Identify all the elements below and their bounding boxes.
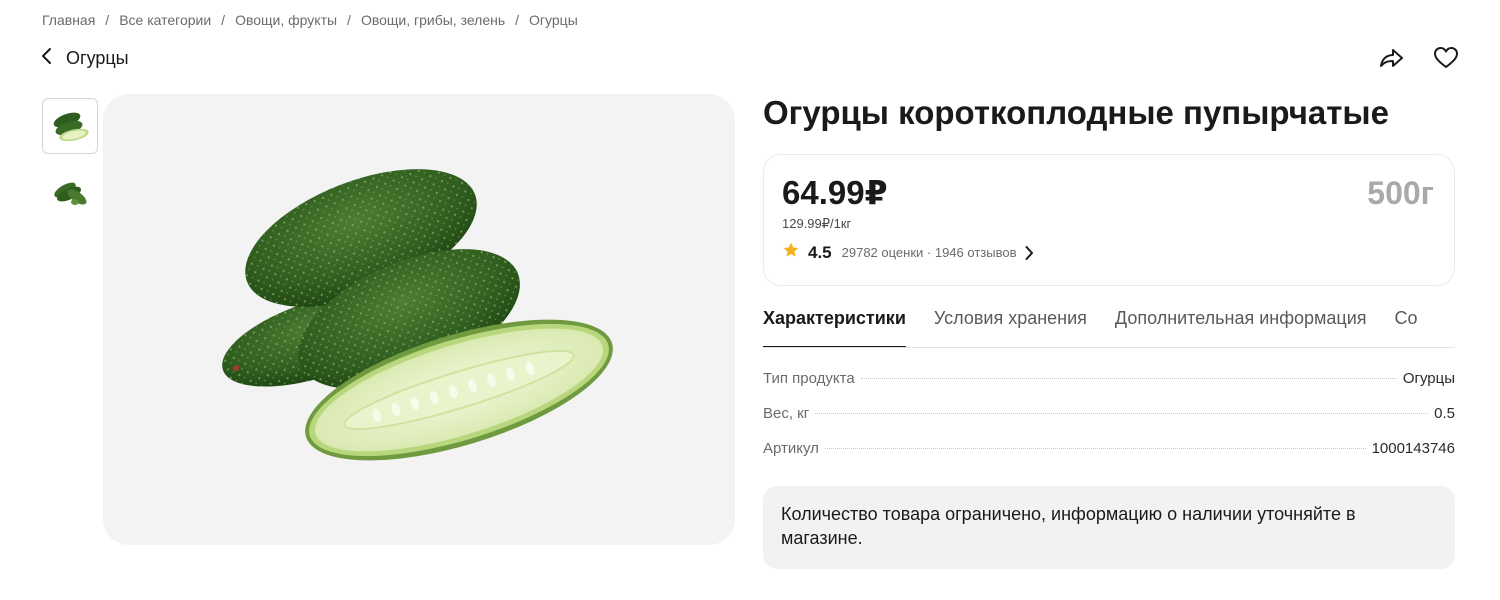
cucumber-thumbnail-image (53, 112, 89, 142)
unit-price: 129.99₽/1кг (782, 216, 852, 231)
thumbnail-2[interactable] (42, 164, 98, 220)
spec-value: 0.5 (1434, 405, 1455, 422)
share-button[interactable] (1378, 46, 1406, 74)
product-price: 64.99₽ (782, 174, 888, 211)
spec-value: Огурцы (1402, 370, 1455, 387)
tab-additional-info[interactable]: Дополнительная информация (1115, 304, 1367, 347)
spec-row: Артикул 1000143746 (763, 440, 1455, 475)
tab-composition[interactable]: Со (1395, 304, 1418, 347)
chevron-right-icon (1024, 245, 1034, 261)
image-thumbnails (42, 98, 98, 220)
star-icon (782, 241, 800, 264)
page-header: Огурцы (40, 46, 129, 71)
spec-name: Вес, кг (763, 405, 810, 422)
spec-name: Артикул (763, 440, 819, 457)
spec-leader-dots (824, 448, 1366, 449)
back-button[interactable]: Огурцы (40, 46, 129, 71)
cucumbers-image (222, 169, 613, 461)
price-card: 64.99₽ 129.99₽/1кг 500г 4.5 29782 оценки… (763, 154, 1455, 286)
spec-row: Вес, кг 0.5 (763, 405, 1455, 440)
header-actions (1378, 46, 1460, 74)
availability-notice: Количество товара ограничено, информацию… (763, 486, 1455, 569)
thumbnail-1[interactable] (42, 98, 98, 154)
rating-value: 4.5 (808, 242, 832, 262)
product-weight: 500г (1367, 175, 1434, 211)
product-title: Огурцы короткоплодные пупырчатые (763, 94, 1389, 131)
breadcrumb-separator: / (515, 12, 520, 28)
breadcrumb-separator: / (347, 12, 351, 28)
breadcrumb-item-vegetables-mushrooms[interactable]: Овощи, грибы, зелень (361, 12, 505, 28)
breadcrumb-item-home[interactable]: Главная (42, 12, 95, 28)
breadcrumb-item-vegetables-fruits[interactable]: Овощи, фрукты (235, 12, 337, 28)
spec-row: Тип продукта Огурцы (763, 370, 1455, 405)
breadcrumb-item-all-categories[interactable]: Все категории (119, 12, 211, 28)
breadcrumb-separator: / (105, 12, 110, 28)
breadcrumb: Главная / Все категории / Овощи, фрукты … (42, 12, 578, 28)
spec-leader-dots (815, 413, 1429, 414)
favorite-button[interactable] (1432, 46, 1460, 74)
reviews-count: 29782 оценки · 1946 отзывов (841, 245, 1017, 260)
breadcrumb-item-cucumbers[interactable]: Огурцы (529, 12, 578, 28)
tab-storage-conditions[interactable]: Условия хранения (934, 304, 1087, 347)
breadcrumb-separator: / (221, 12, 226, 28)
product-info-tabs: Характеристики Условия хранения Дополнит… (763, 304, 1455, 348)
chevron-left-icon (40, 46, 54, 71)
share-icon (1379, 47, 1405, 74)
cucumber-thumbnail-image (54, 182, 87, 205)
spec-name: Тип продукта (763, 370, 855, 387)
spec-leader-dots (860, 378, 1397, 379)
back-button-label: Огурцы (66, 48, 129, 68)
product-main-image (103, 94, 735, 545)
rating-link[interactable]: 4.5 29782 оценки · 1946 отзывов (782, 241, 1034, 264)
spec-value: 1000143746 (1371, 440, 1455, 457)
specs-list: Тип продукта Огурцы Вес, кг 0.5 Артикул … (763, 370, 1455, 475)
heart-icon (1433, 46, 1459, 75)
tab-characteristics[interactable]: Характеристики (763, 304, 906, 347)
